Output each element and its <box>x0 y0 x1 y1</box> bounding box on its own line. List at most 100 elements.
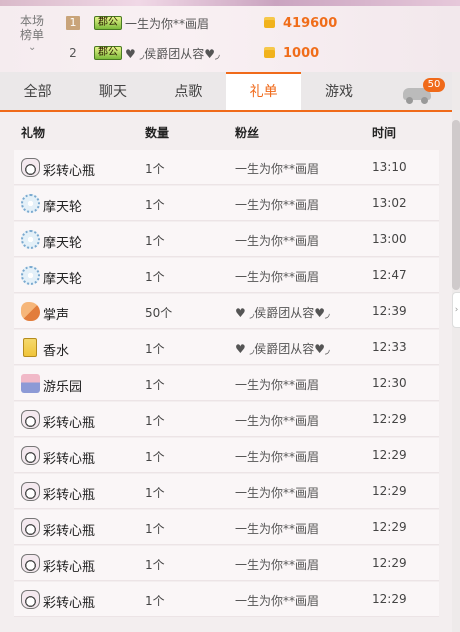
gift-row[interactable]: 香水 1个 ♥ ◞侯爵团从容♥◞ 12:33 <box>14 330 439 365</box>
ferris-wheel-icon <box>21 230 40 249</box>
fan-name[interactable]: 一生为你**画眉 <box>235 160 319 177</box>
gift-row[interactable]: 摩天轮 1个 一生为你**画眉 12:47 <box>14 258 439 293</box>
fan-name[interactable]: ♥ ◞侯爵团从容♥◞ <box>235 340 330 357</box>
amusement-park-icon <box>21 374 40 393</box>
gift-row[interactable]: 摩天轮 1个 一生为你**画眉 13:00 <box>14 222 439 257</box>
fan-name[interactable]: 一生为你**画眉 <box>235 592 319 609</box>
tab-chat[interactable]: 聊天 <box>75 72 150 110</box>
ranking-row[interactable]: 1 郡公 一生为你**画眉 419600 <box>66 12 337 34</box>
gift-name: 摩天轮 <box>43 272 83 287</box>
noble-badge: 郡公 <box>94 16 122 30</box>
bottle-icon <box>21 482 40 501</box>
gift-quantity: 1个 <box>145 450 165 464</box>
fan-name[interactable]: 一生为你**画眉 <box>235 232 319 249</box>
gift-row[interactable]: 彩转心瓶 1个 一生为你**画眉 12:29 <box>14 582 439 617</box>
gift-row[interactable]: 彩转心瓶 1个 一生为你**画眉 12:29 <box>14 402 439 437</box>
fan-name[interactable]: 一生为你**画眉 <box>235 556 319 573</box>
gift-name: 彩转心瓶 <box>43 524 96 539</box>
bottle-icon <box>21 158 40 177</box>
gift-name: 彩转心瓶 <box>43 452 96 467</box>
gift-time: 13:00 <box>372 232 407 246</box>
perfume-icon <box>23 338 37 357</box>
gift-quantity: 1个 <box>145 270 165 284</box>
column-gift: 礼物 <box>21 126 46 140</box>
tab-gift-list[interactable]: 礼单 <box>225 72 302 110</box>
gift-row[interactable]: 彩转心瓶 1个 一生为你**画眉 13:10 <box>14 150 439 185</box>
bottle-icon <box>21 446 40 465</box>
gift-time: 12:29 <box>372 412 407 426</box>
gift-quantity: 1个 <box>145 234 165 248</box>
ranking-label-line1: 本场 <box>19 14 44 28</box>
tab-games[interactable]: 游戏 <box>301 72 376 110</box>
gift-row[interactable]: 彩转心瓶 1个 一生为你**画眉 12:29 <box>14 438 439 473</box>
rank-number: 2 <box>69 46 77 60</box>
rank-number: 1 <box>66 16 80 30</box>
tab-bar: 全部 聊天 点歌 礼单 游戏 50 <box>0 72 452 112</box>
collapse-handle-icon[interactable]: › <box>452 292 460 328</box>
noble-badge: 郡公 <box>94 46 122 60</box>
gift-row[interactable]: 彩转心瓶 1个 一生为你**画眉 12:29 <box>14 546 439 581</box>
gift-name: 彩转心瓶 <box>43 488 96 503</box>
gift-quantity: 1个 <box>145 342 165 356</box>
gift-time: 12:29 <box>372 592 407 606</box>
gift-row[interactable]: 掌声 50个 ♥ ◞侯爵团从容♥◞ 12:39 <box>14 294 439 329</box>
bottle-icon <box>21 554 40 573</box>
ranking-amount: 419600 <box>283 15 338 31</box>
tab-all[interactable]: 全部 <box>0 72 75 110</box>
gift-time: 12:29 <box>372 484 407 498</box>
column-fan: 粉丝 <box>235 126 260 140</box>
gift-time: 12:33 <box>372 340 407 354</box>
ferris-wheel-icon <box>21 194 40 213</box>
scrollbar-thumb[interactable] <box>452 120 460 290</box>
ranking-row[interactable]: 2 郡公 ♥ ◞侯爵团从容♥◞ 1000 <box>66 42 319 64</box>
chevron-down-icon[interactable]: ⌄ <box>28 43 36 53</box>
coin-icon <box>263 16 277 30</box>
gift-time: 12:29 <box>372 556 407 570</box>
fan-name[interactable]: 一生为你**画眉 <box>235 376 319 393</box>
gift-time: 12:30 <box>372 376 407 390</box>
gift-time: 12:39 <box>372 304 407 318</box>
gift-name: 游乐园 <box>43 380 83 395</box>
session-ranking: 本场 榜单 ⌄ 1 郡公 一生为你**画眉 419600 2 郡公 ♥ ◞侯爵团… <box>0 0 460 72</box>
bottle-icon <box>21 410 40 429</box>
gift-name: 彩转心瓶 <box>43 416 96 431</box>
fan-name[interactable]: 一生为你**画眉 <box>235 196 319 213</box>
gift-quantity: 1个 <box>145 486 165 500</box>
ranking-user-name[interactable]: ♥ ◞侯爵团从容♥◞ <box>125 45 243 62</box>
gift-row[interactable]: 摩天轮 1个 一生为你**画眉 13:02 <box>14 186 439 221</box>
fan-name[interactable]: 一生为你**画眉 <box>235 484 319 501</box>
fan-name[interactable]: 一生为你**画眉 <box>235 412 319 429</box>
gift-time: 12:29 <box>372 448 407 462</box>
column-time: 时间 <box>372 126 397 140</box>
ranking-amount: 1000 <box>283 45 320 61</box>
gift-quantity: 50个 <box>145 306 173 320</box>
gift-name: 彩转心瓶 <box>43 596 96 611</box>
gift-time: 12:47 <box>372 268 407 282</box>
gift-name: 彩转心瓶 <box>43 560 96 575</box>
gift-time: 13:02 <box>372 196 407 210</box>
gift-quantity: 1个 <box>145 162 165 176</box>
fan-name[interactable]: ♥ ◞侯爵团从容♥◞ <box>235 304 330 321</box>
ranking-user-name[interactable]: 一生为你**画眉 <box>125 15 243 32</box>
gift-quantity: 1个 <box>145 414 165 428</box>
fan-name[interactable]: 一生为你**画眉 <box>235 448 319 465</box>
gift-row[interactable]: 彩转心瓶 1个 一生为你**画眉 12:29 <box>14 510 439 545</box>
gift-time: 12:29 <box>372 520 407 534</box>
ranking-toggle[interactable]: 本场 榜单 ⌄ <box>14 14 50 53</box>
gift-row[interactable]: 彩转心瓶 1个 一生为你**画眉 12:29 <box>14 474 439 509</box>
tab-song-request[interactable]: 点歌 <box>151 72 226 110</box>
fan-name[interactable]: 一生为你**画眉 <box>235 268 319 285</box>
bottle-icon <box>21 518 40 537</box>
gift-row[interactable]: 游乐园 1个 一生为你**画眉 12:30 <box>14 366 439 401</box>
column-quantity: 数量 <box>145 126 170 140</box>
gift-name: 香水 <box>43 344 70 359</box>
fan-name[interactable]: 一生为你**画眉 <box>235 520 319 537</box>
gift-quantity: 1个 <box>145 558 165 572</box>
count-badge: 50 <box>422 78 446 92</box>
gift-list-header: 礼物 数量 粉丝 时间 <box>0 114 440 148</box>
gift-quantity: 1个 <box>145 522 165 536</box>
gift-name: 掌声 <box>43 308 70 323</box>
tab-vehicle[interactable]: 50 <box>377 72 452 110</box>
scrollbar[interactable] <box>452 72 460 632</box>
coin-icon <box>263 46 277 60</box>
